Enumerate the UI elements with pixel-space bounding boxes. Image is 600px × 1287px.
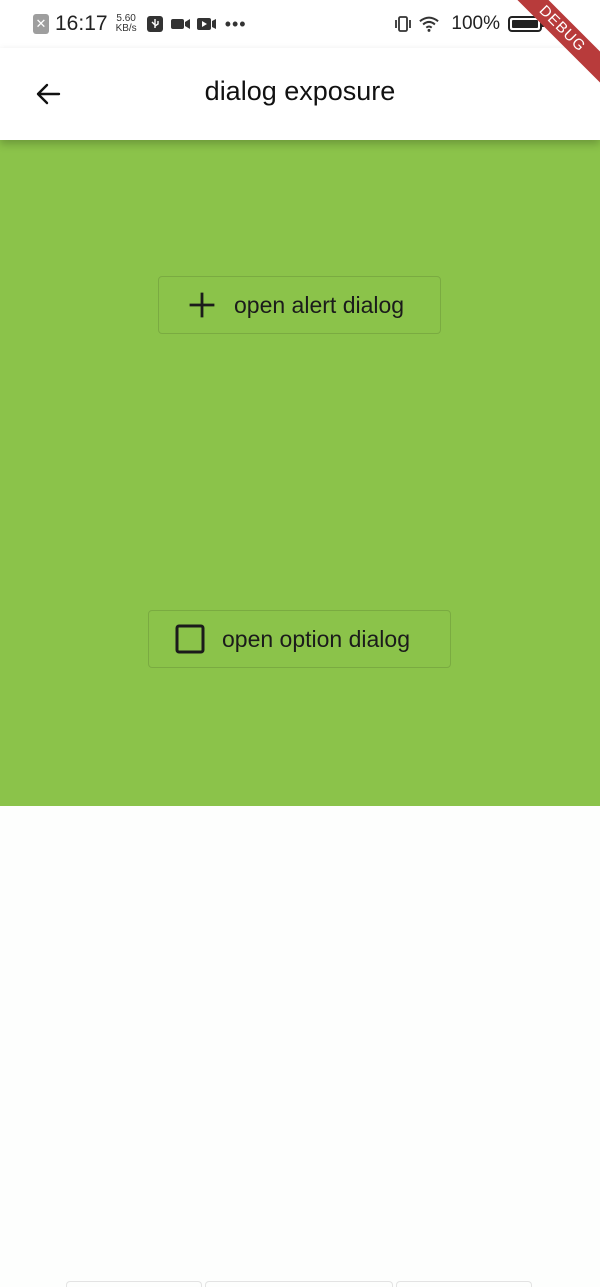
status-bar-left: ✕ 16:17 5.60 KB/s ••• — [33, 10, 247, 38]
usb-icon — [145, 14, 165, 34]
status-bar: ✕ 16:17 5.60 KB/s ••• 100% — [0, 0, 600, 48]
status-bar-right: 100% — [393, 10, 545, 38]
screen-record-icon — [196, 14, 217, 34]
bottom-tab — [205, 1281, 393, 1287]
video-camera-icon — [170, 14, 191, 34]
vibrate-icon — [393, 14, 413, 34]
more-dots-icon: ••• — [224, 14, 247, 34]
battery-level — [512, 20, 538, 28]
open-option-dialog-button[interactable]: open option dialog — [148, 610, 451, 668]
open-alert-dialog-button[interactable]: open alert dialog — [158, 276, 441, 334]
page-title: dialog exposure — [204, 76, 396, 106]
content-area — [0, 140, 600, 806]
network-speed: 5.60 KB/s — [116, 14, 137, 34]
checkbox-outline-icon — [174, 623, 206, 655]
screen: ✕ 16:17 5.60 KB/s ••• 100% DEBUG dialog … — [0, 0, 600, 1287]
network-speed-unit: KB/s — [115, 23, 137, 34]
open-option-dialog-label: open option dialog — [222, 625, 410, 652]
battery-percent: 100% — [451, 13, 500, 34]
status-time: 16:17 — [55, 12, 108, 35]
bottom-tab — [396, 1281, 532, 1287]
bottom-tab — [66, 1281, 202, 1287]
close-notification-icon: ✕ — [33, 14, 49, 34]
bottom-tabs-peek — [66, 1281, 535, 1287]
wifi-icon — [419, 14, 440, 34]
open-alert-dialog-label: open alert dialog — [234, 291, 405, 318]
add-icon — [186, 289, 218, 321]
app-bar: dialog exposure — [0, 48, 600, 140]
